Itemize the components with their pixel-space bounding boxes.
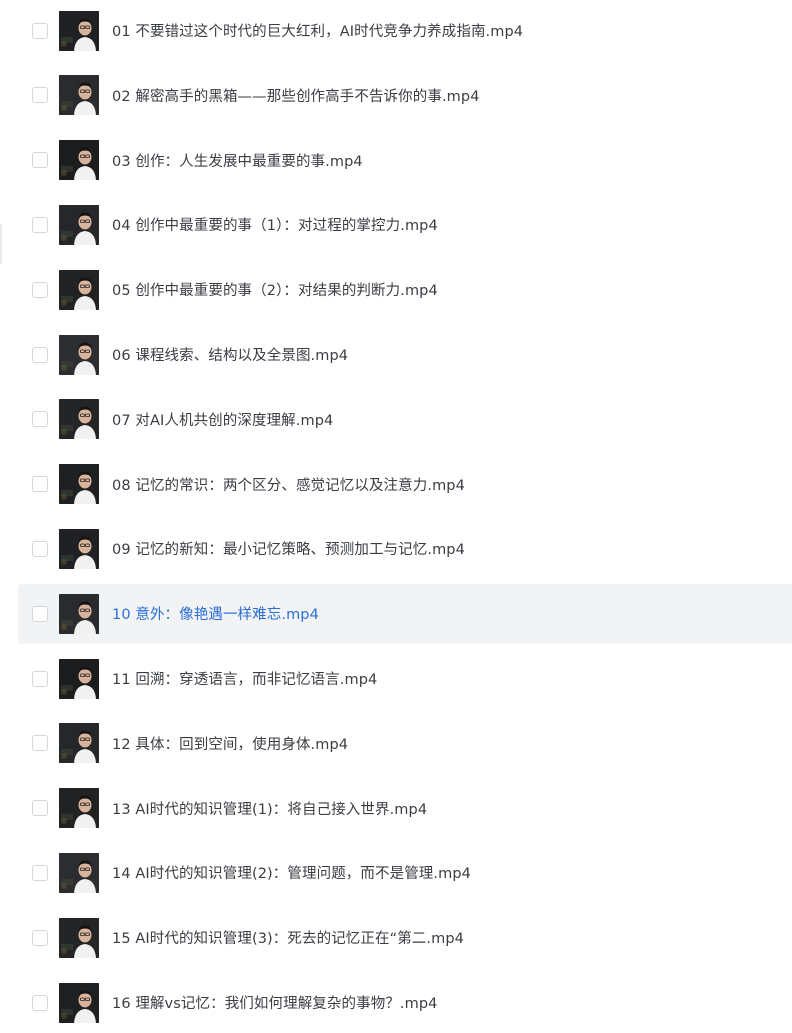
file-name[interactable]: 11 回溯：穿透语言，而非记忆语言.mp4 xyxy=(112,668,377,689)
file-row[interactable]: 12 具体：回到空间，使用身体.mp4 xyxy=(18,713,792,773)
checkbox-icon[interactable] xyxy=(32,281,48,298)
video-thumbnail-icon xyxy=(59,140,99,181)
checkbox-icon[interactable] xyxy=(32,22,48,39)
video-thumbnail-icon xyxy=(59,399,99,440)
checkbox-icon[interactable] xyxy=(32,929,48,946)
checkbox-icon[interactable] xyxy=(32,735,48,752)
file-name[interactable]: 13 AI时代的知识管理(1)：将自己接入世界.mp4 xyxy=(112,798,427,819)
file-row[interactable]: 15 AI时代的知识管理(3)：死去的记忆正在“第二.mp4 xyxy=(18,908,792,968)
video-thumbnail-icon xyxy=(59,852,99,893)
checkbox-icon[interactable] xyxy=(32,540,48,557)
file-name[interactable]: 16 理解vs记忆：我们如何理解复杂的事物？.mp4 xyxy=(112,992,437,1013)
file-name[interactable]: 02 解密高手的黑箱——那些创作高手不告诉你的事.mp4 xyxy=(112,85,480,106)
file-name[interactable]: 06 课程线索、结构以及全景图.mp4 xyxy=(112,344,348,365)
file-row[interactable]: 05 创作中最重要的事（2）：对结果的判断力.mp4 xyxy=(18,260,792,320)
file-row[interactable]: 06 课程线索、结构以及全景图.mp4 xyxy=(18,325,792,385)
file-row[interactable]: 09 记忆的新知：最小记忆策略、预测加工与记忆.mp4 xyxy=(18,519,792,579)
file-name[interactable]: 12 具体：回到空间，使用身体.mp4 xyxy=(112,733,348,754)
video-thumbnail-icon xyxy=(59,658,99,699)
file-row[interactable]: 02 解密高手的黑箱——那些创作高手不告诉你的事.mp4 xyxy=(18,65,792,125)
checkbox-icon[interactable] xyxy=(32,670,48,687)
checkbox-icon[interactable] xyxy=(32,800,48,817)
file-list: 01 不要错过这个时代的巨大红利，AI时代竞争力养成指南.mp4 02 解密高手的… xyxy=(0,0,792,1024)
video-thumbnail-icon xyxy=(59,334,99,375)
file-row[interactable]: 08 记忆的常识：两个区分、感觉记忆以及注意力.mp4 xyxy=(18,454,792,514)
checkbox-icon[interactable] xyxy=(32,216,48,233)
file-name[interactable]: 03 创作：人生发展中最重要的事.mp4 xyxy=(112,150,363,171)
checkbox-icon[interactable] xyxy=(32,605,48,622)
checkbox-icon[interactable] xyxy=(32,152,48,169)
scroll-edge xyxy=(0,224,2,264)
file-row[interactable]: 07 对AI人机共创的深度理解.mp4 xyxy=(18,389,792,449)
file-name[interactable]: 15 AI时代的知识管理(3)：死去的记忆正在“第二.mp4 xyxy=(112,927,464,948)
video-thumbnail-icon xyxy=(59,917,99,958)
checkbox-icon[interactable] xyxy=(32,864,48,881)
file-name[interactable]: 01 不要错过这个时代的巨大红利，AI时代竞争力养成指南.mp4 xyxy=(112,20,523,41)
file-name[interactable]: 09 记忆的新知：最小记忆策略、预测加工与记忆.mp4 xyxy=(112,538,465,559)
file-row[interactable]: 14 AI时代的知识管理(2)：管理问题，而不是管理.mp4 xyxy=(18,843,792,903)
video-thumbnail-icon xyxy=(59,982,99,1023)
file-row[interactable]: 13 AI时代的知识管理(1)：将自己接入世界.mp4 xyxy=(18,778,792,838)
checkbox-icon[interactable] xyxy=(32,476,48,493)
file-name[interactable]: 08 记忆的常识：两个区分、感觉记忆以及注意力.mp4 xyxy=(112,474,465,495)
video-thumbnail-icon xyxy=(59,204,99,245)
file-row[interactable]: 03 创作：人生发展中最重要的事.mp4 xyxy=(18,130,792,190)
file-row[interactable]: 10 意外：像艳遇一样难忘.mp4 xyxy=(18,583,792,644)
checkbox-icon[interactable] xyxy=(32,346,48,363)
video-thumbnail-icon xyxy=(59,464,99,505)
video-thumbnail-icon xyxy=(59,723,99,764)
file-name[interactable]: 10 意外：像艳遇一样难忘.mp4 xyxy=(112,603,319,624)
video-thumbnail-icon xyxy=(59,528,99,569)
file-name[interactable]: 14 AI时代的知识管理(2)：管理问题，而不是管理.mp4 xyxy=(112,862,471,883)
file-row[interactable]: 11 回溯：穿透语言，而非记忆语言.mp4 xyxy=(18,649,792,709)
video-thumbnail-icon xyxy=(59,269,99,310)
video-thumbnail-icon xyxy=(59,788,99,829)
checkbox-icon[interactable] xyxy=(32,411,48,428)
file-name[interactable]: 07 对AI人机共创的深度理解.mp4 xyxy=(112,409,333,430)
file-name[interactable]: 04 创作中最重要的事（1）：对过程的掌控力.mp4 xyxy=(112,214,438,235)
video-thumbnail-icon xyxy=(59,10,99,51)
checkbox-icon[interactable] xyxy=(32,87,48,104)
file-name[interactable]: 05 创作中最重要的事（2）：对结果的判断力.mp4 xyxy=(112,279,438,300)
video-thumbnail-icon xyxy=(59,75,99,116)
checkbox-icon[interactable] xyxy=(32,994,48,1011)
file-row[interactable]: 01 不要错过这个时代的巨大红利，AI时代竞争力养成指南.mp4 xyxy=(18,1,792,61)
file-row[interactable]: 04 创作中最重要的事（1）：对过程的掌控力.mp4 xyxy=(18,195,792,255)
video-thumbnail-icon xyxy=(59,593,99,634)
